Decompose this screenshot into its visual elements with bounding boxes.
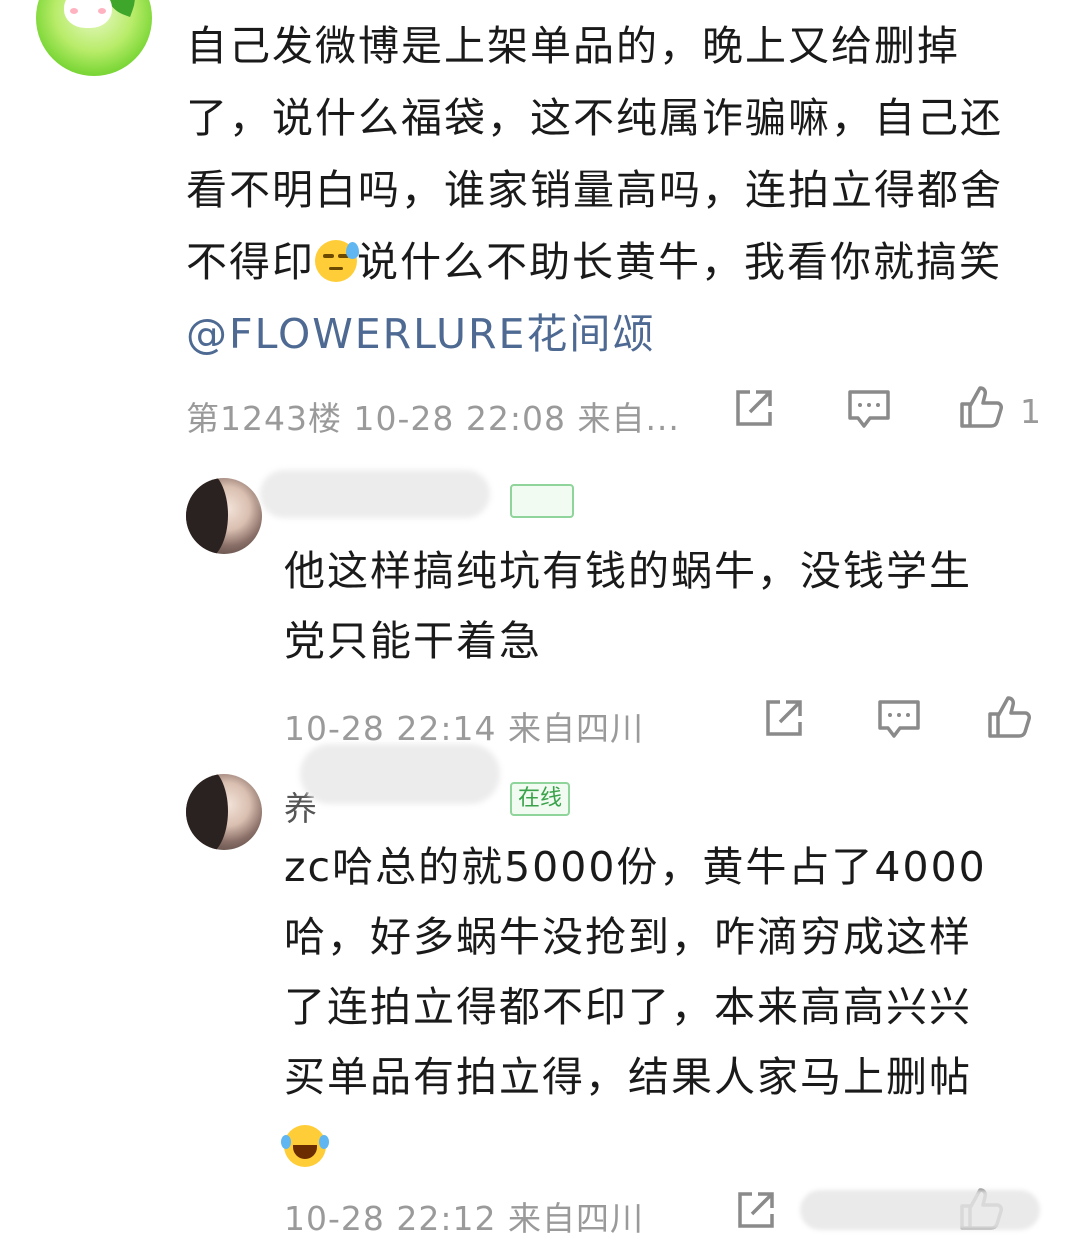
cheek-left [70,8,78,14]
reply-line: 了连拍立得都不印了，本来高高兴兴 [284,983,972,1031]
comment-icon[interactable] [846,386,892,432]
reply-line: 买单品有拍立得，结果人家马上删帖 [284,1053,972,1101]
reply-line: 哈，好多蜗牛没抢到，咋滴穷成这样 [284,913,972,961]
like-icon[interactable] [986,694,1032,740]
comment-fragment: 不得印 [186,238,315,286]
comment-line: 看不明白吗，谁家销量高吗，连拍立得都舍 [186,166,1003,214]
reply-meta: 10-28 22:12 来自四川 [284,1199,644,1236]
comment-line: 不得印 说什么不助长黄牛，我看你就搞笑 [186,226,1056,298]
user-avatar[interactable] [36,0,152,76]
reply-text: 他这样搞纯坑有钱的蜗牛，没钱学生 党只能干着急 [284,536,1024,676]
mention-link[interactable]: @FLOWERLURE花间颂 [186,298,1056,370]
comment-meta: 第1243楼 10-28 22:08 来自... [186,399,680,438]
share-icon[interactable] [760,696,806,742]
comment-icon[interactable] [876,696,922,742]
reply-line: 党只能干着急 [284,617,542,665]
comment-line: 了，说什么福袋，这不纯属诈骗嘛，自己还 [186,94,1003,142]
like-count: 1 [1020,392,1041,431]
reply-text: zc哈总的就5000份，黄牛占了4000 哈，好多蜗牛没抢到，咋滴穷成这样 了连… [281,832,1024,1182]
comment-fragment: 说什么不助长黄牛，我看你就搞笑 [357,238,1002,286]
reply-line: zc哈总的就5000份，黄牛占了4000 [284,843,987,891]
sweat-face-icon [315,240,359,282]
reply-meta: 10-28 22:14 来自四川 [284,709,644,748]
reply-line [281,1112,1024,1182]
redaction-mask [300,744,500,804]
redaction-mask [260,470,490,518]
status-badge [510,484,574,518]
laughing-tears-icon [281,1125,329,1167]
reply-line: 他这样搞纯坑有钱的蜗牛，没钱学生 [284,547,972,595]
avatar[interactable] [186,478,262,554]
avatar[interactable] [186,774,262,850]
watermark [800,1190,1040,1230]
comment-line: 自己发微博是上架单品的，晚上又给删掉 [186,22,960,70]
share-icon[interactable] [730,386,776,432]
share-icon[interactable] [732,1188,778,1234]
status-badge: 在线 [510,782,571,816]
like-icon[interactable] [958,384,1004,430]
comment-text: 自己发微博是上架单品的，晚上又给删掉 了，说什么福袋，这不纯属诈骗嘛，自己还 看… [186,10,1056,370]
bunny-figure [64,0,112,28]
cheek-right [98,8,106,14]
